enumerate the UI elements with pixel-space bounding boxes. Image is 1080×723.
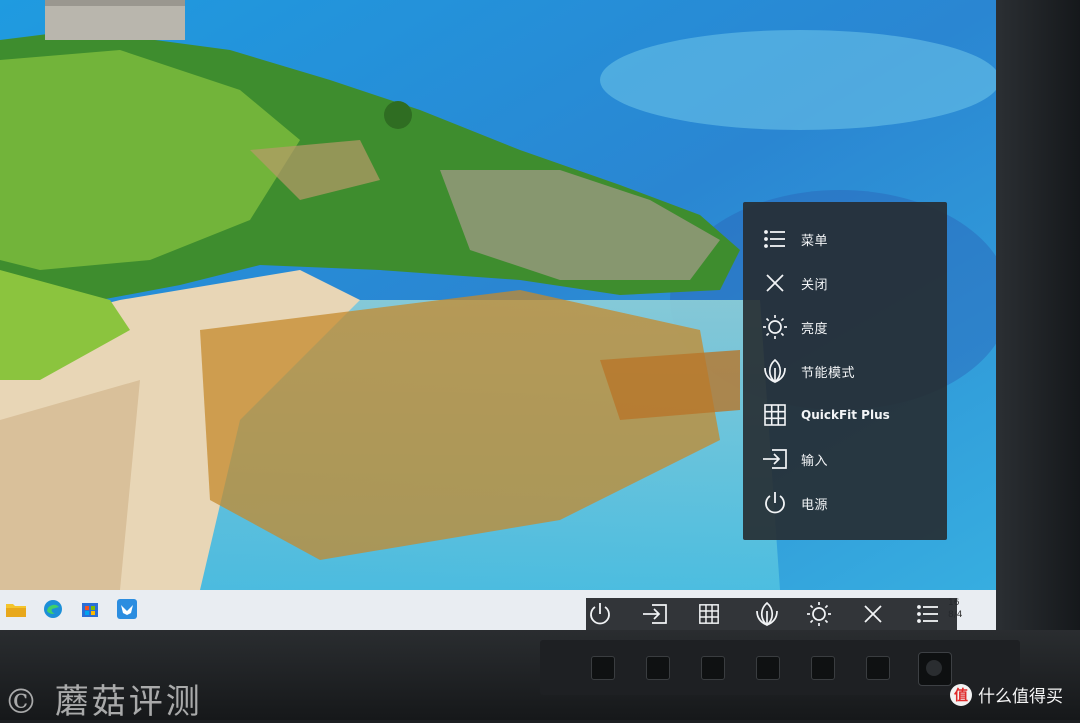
osd-item-label: 节能模式: [801, 365, 856, 381]
power-icon: [761, 489, 789, 517]
input-icon: [761, 445, 789, 473]
list-icon[interactable]: [914, 600, 942, 628]
grid-icon[interactable]: [695, 600, 723, 628]
osd-item-brightness[interactable]: 亮度: [743, 309, 947, 345]
sun-icon: [761, 313, 789, 341]
osd-item-label: 菜单: [801, 233, 829, 249]
osd-item-quickfit[interactable]: QuickFit Plus: [743, 397, 947, 433]
osd-item-power[interactable]: 电源: [743, 485, 947, 521]
osd-item-eco[interactable]: 节能模式: [743, 353, 947, 389]
grid-icon: [761, 401, 789, 429]
list-icon: [761, 225, 789, 253]
hardware-power-button[interactable]: [918, 652, 952, 686]
monitor-bezel-right: [996, 0, 1080, 640]
osd-item-label: 关闭: [801, 277, 829, 293]
store-icon[interactable]: [79, 598, 101, 620]
edge-icon[interactable]: [42, 598, 64, 620]
osd-item-label: QuickFit Plus: [801, 408, 890, 422]
osd-item-menu[interactable]: 菜单: [743, 221, 947, 257]
osd-item-close[interactable]: 关闭: [743, 265, 947, 301]
watermark-left: © 蘑菇评测: [4, 682, 203, 722]
close-icon[interactable]: [859, 600, 887, 628]
watermark-badge: 值: [950, 683, 972, 706]
hardware-button-5[interactable]: [811, 656, 835, 680]
hardware-button-4[interactable]: [756, 656, 780, 680]
hardware-button-6[interactable]: [866, 656, 890, 680]
power-icon[interactable]: [586, 600, 614, 628]
leaf-icon[interactable]: [753, 600, 781, 628]
watermark-text: 什么值得买: [978, 687, 1063, 707]
watermark-right: 值 什么值得买: [950, 682, 1063, 707]
hotkey-bar: [586, 598, 957, 630]
leaf-icon: [761, 357, 789, 385]
input-icon[interactable]: [641, 600, 669, 628]
hardware-button-1[interactable]: [591, 656, 615, 680]
app-bird-icon[interactable]: [116, 598, 138, 620]
close-icon: [761, 269, 789, 297]
hardware-button-3[interactable]: [701, 656, 725, 680]
osd-item-label: 输入: [801, 453, 829, 469]
osd-menu: 菜单 关闭 亮度 节能模式 QuickFit Plus 输入 电源: [743, 202, 947, 540]
sun-icon[interactable]: [805, 600, 833, 628]
osd-item-label: 电源: [801, 497, 829, 513]
hardware-button-2[interactable]: [646, 656, 670, 680]
osd-item-label: 亮度: [801, 321, 829, 337]
file-explorer-icon[interactable]: [5, 598, 27, 620]
osd-item-input[interactable]: 输入: [743, 441, 947, 477]
